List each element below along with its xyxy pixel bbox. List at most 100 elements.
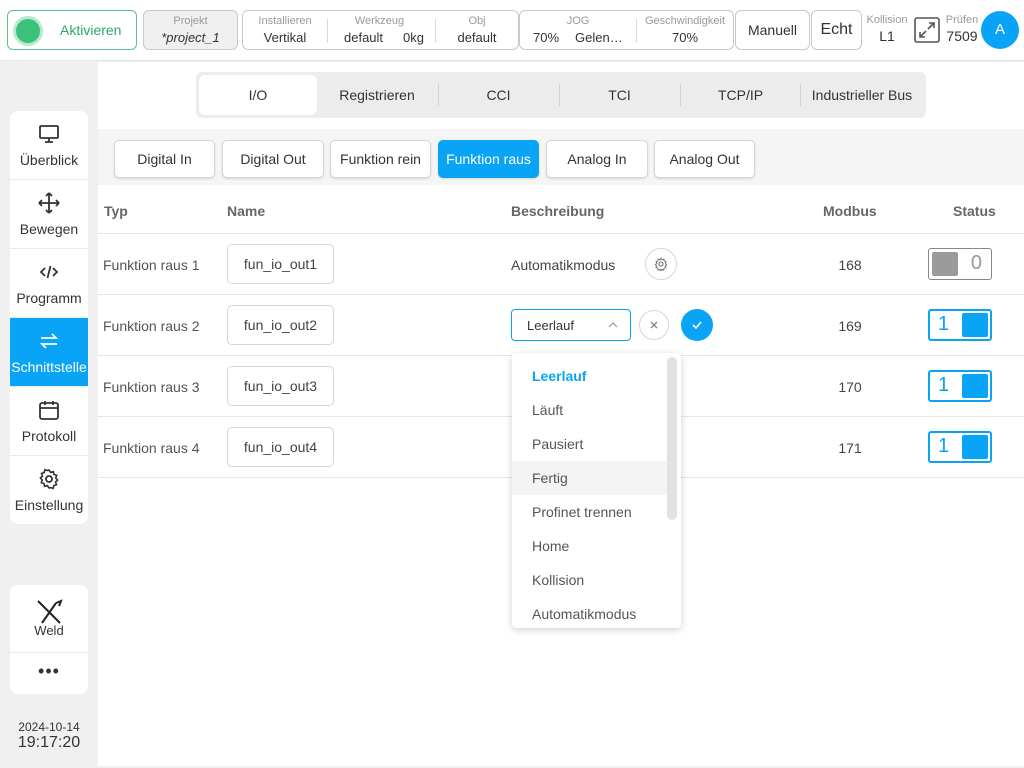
calendar-icon	[39, 401, 59, 420]
confirm-button[interactable]	[681, 309, 713, 341]
tab-industrial-bus[interactable]: Industrieller Bus	[801, 75, 923, 115]
name-input[interactable]: fun_io_out2	[227, 305, 334, 345]
status-value: 1	[938, 374, 950, 396]
sidebar-item-interface[interactable]: Schnittstelle	[10, 318, 88, 387]
collision-level[interactable]: Kollision L1	[864, 14, 910, 44]
check-caption: Prüfen	[945, 14, 979, 26]
dropdown-option[interactable]: Pausiert	[512, 427, 668, 461]
jog-caption: JOG	[566, 15, 590, 27]
sidebar-item-move[interactable]: Bewegen	[10, 180, 88, 249]
status-indicator-icon	[16, 19, 40, 43]
name-input[interactable]: fun_io_out3	[227, 366, 334, 406]
check-icon	[692, 321, 702, 330]
status-value: 1	[938, 435, 950, 457]
jog-speed-panel[interactable]: JOG 70% Gelen… Geschwindigkeit 70%	[519, 10, 734, 50]
sidebar-item-label: Bewegen	[19, 221, 79, 237]
tab-register[interactable]: Registrieren	[318, 75, 436, 115]
subtab-analog-out[interactable]: Analog Out	[654, 140, 755, 178]
status-toggle[interactable]: 1	[928, 309, 992, 341]
install-tool-obj-panel[interactable]: Installieren Vertikal Werkzeug default 0…	[242, 10, 519, 50]
manual-label: Manuell	[747, 22, 798, 38]
project-caption: Projekt	[173, 15, 208, 27]
current-date: 2024-10-14	[18, 720, 80, 734]
tab-bar: I/O Registrieren CCI TCI TCP/IP Industri…	[196, 72, 926, 118]
toggle-knob	[962, 313, 988, 337]
row-modbus: 171	[838, 440, 862, 456]
tab-cci[interactable]: CCI	[439, 75, 558, 115]
dropdown-option[interactable]: Kollision	[512, 563, 668, 597]
tool-value: default	[344, 30, 384, 45]
description-select[interactable]: Leerlauf	[511, 309, 631, 341]
tool-caption: Werkzeug	[354, 15, 405, 27]
manual-mode-button[interactable]: Manuell	[735, 10, 810, 50]
name-input[interactable]: fun_io_out1	[227, 244, 334, 284]
collision-value: L1	[879, 28, 895, 44]
subtab-digital-in[interactable]: Digital In	[114, 140, 215, 178]
column-header-status: Status	[953, 203, 996, 219]
row-modbus: 168	[838, 257, 862, 273]
status-value: 1	[938, 313, 950, 335]
real-mode-button[interactable]: Echt	[811, 10, 862, 50]
tab-tci[interactable]: TCI	[560, 75, 679, 115]
sidebar-extras: Weld •••	[10, 585, 88, 694]
install-caption: Installieren	[258, 15, 312, 27]
sidebar-item-label: Einstellung	[14, 497, 84, 513]
sidebar-item-settings[interactable]: Einstellung	[10, 456, 88, 524]
toggle-knob	[962, 374, 988, 398]
gear-icon	[654, 257, 668, 271]
subtab-function-out[interactable]: Funktion raus	[438, 140, 539, 178]
check-value: 7509	[946, 28, 978, 44]
row-modbus: 169	[838, 318, 862, 334]
check-counter[interactable]: Prüfen 7509	[943, 14, 981, 44]
toggle-knob	[962, 435, 988, 459]
expand-icon[interactable]	[913, 16, 941, 44]
subtab-function-in[interactable]: Funktion rein	[330, 140, 431, 178]
current-time: 19:17:20	[17, 734, 81, 751]
sidebar-item-label: Überblick	[19, 152, 79, 168]
jog-mode: Gelen…	[575, 30, 623, 45]
name-input[interactable]: fun_io_out4	[227, 427, 334, 467]
cancel-button[interactable]	[639, 310, 669, 340]
subtab-bar: Digital In Digital Out Funktion rein Fun…	[98, 129, 1024, 185]
edit-description-button[interactable]	[645, 248, 677, 280]
dropdown-option[interactable]: Läuft	[512, 393, 668, 427]
column-header-modbus: Modbus	[823, 203, 877, 219]
tool-weight: 0kg	[403, 30, 424, 45]
speed-value: 70%	[671, 30, 699, 45]
user-avatar[interactable]: A	[981, 11, 1019, 49]
sidebar-item-label: Schnittstelle	[11, 359, 87, 375]
sidebar-item-log[interactable]: Protokoll	[10, 387, 88, 456]
project-selector[interactable]: Projekt *project_1	[143, 10, 238, 50]
more-options-button[interactable]: •••	[10, 653, 88, 693]
dropdown-option[interactable]: Automatikmodus	[512, 597, 668, 628]
row-type: Funktion raus 4	[103, 440, 200, 456]
dropdown-scrollbar[interactable]	[667, 357, 677, 520]
table-row: Funktion raus 1 fun_io_out1 Automatikmod…	[98, 234, 1024, 295]
dropdown-option[interactable]: Profinet trennen	[512, 495, 668, 529]
tab-tcpip[interactable]: TCP/IP	[681, 75, 800, 115]
subtab-digital-out[interactable]: Digital Out	[222, 140, 324, 178]
status-toggle[interactable]: 1	[928, 370, 992, 402]
row-description: Automatikmodus	[511, 257, 616, 273]
install-value: Vertikal	[263, 30, 307, 45]
dropdown-option[interactable]: Fertig	[512, 461, 668, 495]
tab-io[interactable]: I/O	[199, 75, 317, 115]
column-header-type: Typ	[104, 203, 128, 219]
jog-percent: 70%	[533, 30, 560, 45]
sidebar: Überblick Bewegen Programm Schnittstelle…	[10, 111, 88, 524]
sidebar-item-program[interactable]: Programm	[10, 249, 88, 318]
sidebar-item-overview[interactable]: Überblick	[10, 111, 88, 180]
row-modbus: 170	[838, 379, 862, 395]
activate-button[interactable]: Aktivieren	[7, 10, 137, 50]
subtab-analog-in[interactable]: Analog In	[546, 140, 648, 178]
row-type: Funktion raus 1	[103, 257, 200, 273]
code-icon	[39, 265, 59, 279]
column-header-name: Name	[227, 203, 266, 219]
obj-value: default	[457, 30, 497, 45]
gear-icon	[39, 468, 59, 490]
status-toggle[interactable]: 0	[928, 248, 992, 280]
weld-button[interactable]: Weld	[10, 585, 88, 653]
status-toggle[interactable]: 1	[928, 431, 992, 463]
dropdown-option[interactable]: Home	[512, 529, 668, 563]
dropdown-option[interactable]: Leerlauf	[512, 359, 668, 393]
